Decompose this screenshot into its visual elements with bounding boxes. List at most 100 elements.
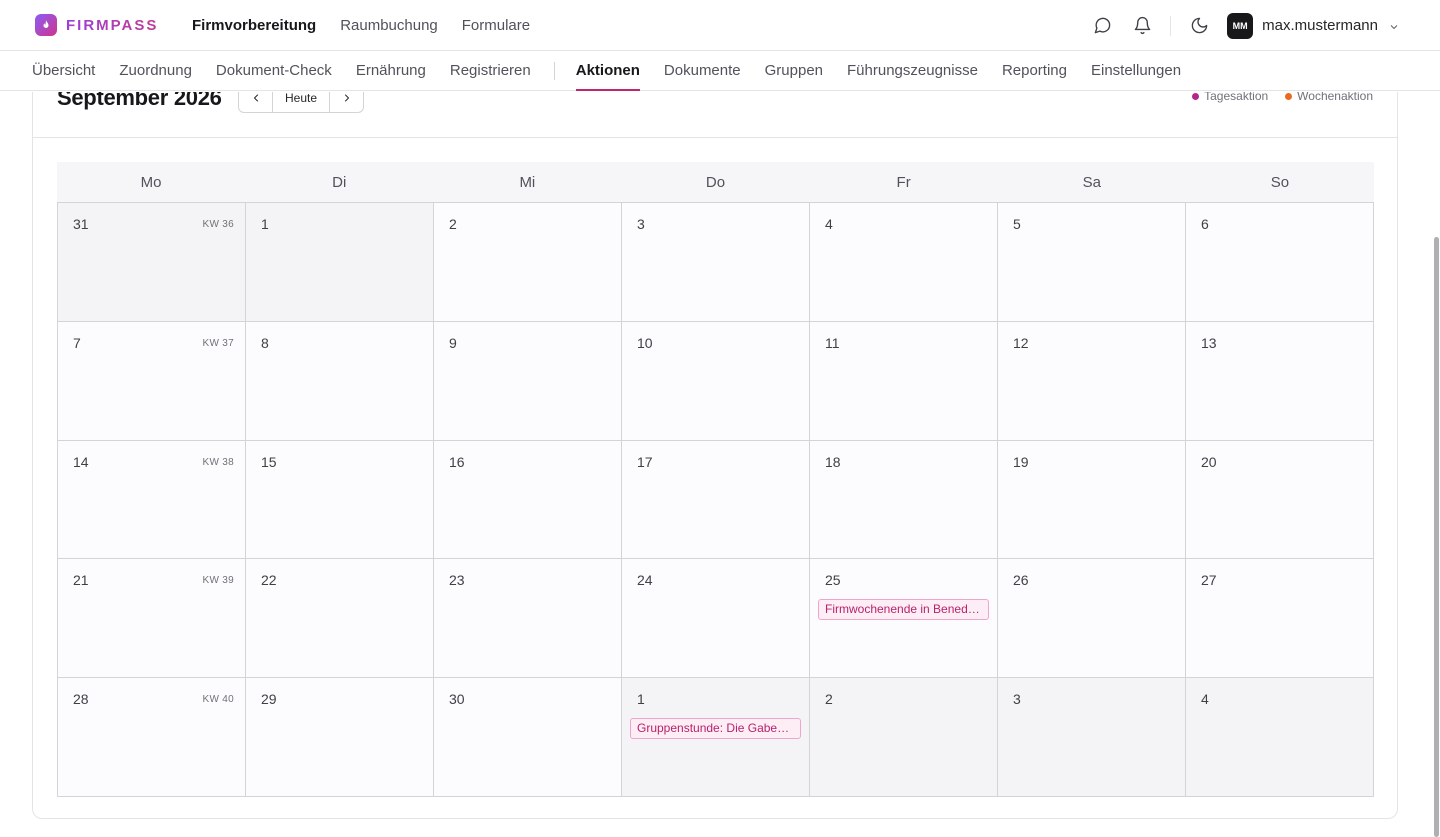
tab-fuehrungszeugnisse[interactable]: Führungszeugnisse	[847, 51, 978, 90]
nav-firmvorbereitung[interactable]: Firmvorbereitung	[192, 17, 316, 34]
day-number: 31	[73, 216, 89, 232]
event-legend: Tagesaktion Wochenaktion	[1175, 92, 1373, 103]
calendar-card: September 2026 Heute Tagesaktion Wochenak…	[32, 92, 1398, 819]
legend-dot	[1192, 92, 1200, 100]
day-cell[interactable]: 19	[998, 440, 1186, 560]
day-cell[interactable]: 27	[1186, 559, 1374, 679]
calendar-week-label: KW 39	[202, 575, 234, 587]
day-cell[interactable]: 17	[622, 440, 810, 560]
day-cell[interactable]: 2	[434, 203, 622, 322]
calendar-event[interactable]: Gruppenstunde: Die Gaben des Geistes	[630, 718, 801, 740]
day-cell[interactable]: 9	[434, 321, 622, 441]
day-cell[interactable]: 10	[622, 321, 810, 441]
scrollbar-thumb[interactable]	[1434, 237, 1439, 837]
day-cell[interactable]: 16	[434, 440, 622, 560]
day-cell[interactable]: 18	[810, 440, 998, 560]
tab-dokumente[interactable]: Dokumente	[664, 51, 741, 90]
day-number: 1	[637, 691, 645, 708]
prev-month-button[interactable]	[239, 92, 272, 112]
day-number: 20	[1201, 453, 1217, 470]
calendar-header: September 2026 Heute Tagesaktion Wochenak…	[33, 92, 1397, 138]
day-cell[interactable]: 29	[246, 678, 434, 797]
avatar[interactable]: MM	[1227, 12, 1254, 39]
day-number: 16	[449, 453, 465, 470]
tab-dokument-check[interactable]: Dokument-Check	[216, 51, 332, 90]
day-number: 10	[637, 334, 653, 351]
header-actions: MM max.mustermann	[1074, 0, 1400, 51]
chevron-down-icon[interactable]	[1388, 20, 1400, 32]
day-number: 7	[73, 334, 81, 351]
day-cell[interactable]: 23	[434, 559, 622, 679]
day-number: 13	[1201, 334, 1217, 351]
day-number: 1	[261, 216, 269, 232]
day-number: 2	[449, 216, 457, 232]
tab-registrieren[interactable]: Registrieren	[450, 51, 531, 90]
day-number: 2	[825, 691, 833, 708]
day-number: 5	[1013, 216, 1021, 232]
day-cell[interactable]: 24	[622, 559, 810, 679]
username[interactable]: max.mustermann	[1262, 17, 1378, 34]
day-cell[interactable]: 20	[1186, 440, 1374, 560]
day-cell[interactable]: 4	[1186, 678, 1374, 797]
day-number: 30	[449, 691, 465, 708]
day-cell[interactable]: 14 KW 38	[58, 440, 246, 560]
day-cell[interactable]: 5	[998, 203, 1186, 322]
day-cell[interactable]: 6	[1186, 203, 1374, 322]
day-cell[interactable]: 11	[810, 321, 998, 441]
tab-gruppen[interactable]: Gruppen	[765, 51, 823, 90]
month-calendar: Mo Di Mi Do Fr Sa So 31 KW 36 1 2 3 4 5 6 7 KW 37 8 9 10 11…	[57, 162, 1374, 797]
tab-reporting[interactable]: Reporting	[1002, 51, 1067, 90]
legend-label: Wochenaktion	[1297, 92, 1373, 103]
day-number: 11	[825, 334, 840, 351]
day-cell[interactable]: 1	[246, 203, 434, 322]
tab-uebersicht[interactable]: Übersicht	[32, 51, 95, 90]
day-cell[interactable]: 26	[998, 559, 1186, 679]
nav-formulare[interactable]: Formulare	[462, 17, 530, 34]
weekday-label: Do	[705, 173, 726, 191]
tab-aktionen[interactable]: Aktionen	[575, 51, 641, 91]
day-cell[interactable]: 4	[810, 203, 998, 322]
tab-einstellungen[interactable]: Einstellungen	[1091, 51, 1181, 90]
top-header: FIRMPASS Firmvorbereitung Raumbuchung Form…	[0, 0, 1440, 51]
day-number: 28	[73, 691, 89, 708]
day-cell[interactable]: 2	[810, 678, 998, 797]
day-number: 6	[1201, 216, 1209, 232]
day-cell[interactable]: 1 Gruppenstunde: Die Gaben des Geistes	[622, 678, 810, 797]
day-cell[interactable]: 28 KW 40	[58, 678, 246, 797]
chat-icon[interactable]	[1090, 14, 1114, 38]
day-cell[interactable]: 31 KW 36	[58, 203, 246, 322]
tab-zuordnung[interactable]: Zuordnung	[119, 51, 192, 90]
calendar-grid: 31 KW 36 1 2 3 4 5 6 7 KW 37 8 9 10 11 12 13 14 KW 38 15 16…	[57, 202, 1374, 797]
day-cell[interactable]: 3	[622, 203, 810, 322]
moon-icon[interactable]	[1187, 14, 1211, 38]
day-number: 25	[825, 572, 841, 589]
nav-raumbuchung[interactable]: Raumbuchung	[340, 17, 438, 34]
day-number: 22	[261, 572, 277, 589]
day-cell[interactable]: 22	[246, 559, 434, 679]
day-cell[interactable]: 25 Firmwochenende in Benediktbeuern	[810, 559, 998, 679]
day-cell[interactable]: 30	[434, 678, 622, 797]
day-number: 17	[637, 453, 653, 470]
tab-ernaehrung[interactable]: Ernährung	[356, 51, 426, 90]
day-cell[interactable]: 3	[998, 678, 1186, 797]
day-number: 3	[1013, 691, 1021, 708]
bell-icon[interactable]	[1130, 14, 1154, 38]
day-number: 27	[1201, 572, 1217, 589]
day-cell[interactable]: 13	[1186, 321, 1374, 441]
day-number: 9	[449, 334, 457, 351]
today-button[interactable]: Heute	[272, 92, 330, 112]
day-cell[interactable]: 8	[246, 321, 434, 441]
day-cell[interactable]: 7 KW 37	[58, 321, 246, 441]
calendar-event[interactable]: Firmwochenende in Benediktbeuern	[818, 599, 989, 621]
legend-item: Wochenaktion	[1285, 92, 1373, 103]
day-cell[interactable]: 12	[998, 321, 1186, 441]
day-number: 12	[1013, 334, 1029, 351]
day-cell[interactable]: 15	[246, 440, 434, 560]
next-month-button[interactable]	[330, 92, 363, 112]
brand-logo[interactable]: FIRMPASS	[35, 14, 158, 36]
page-scrollbar[interactable]	[1434, 92, 1440, 837]
weekday-label: Sa	[1082, 173, 1101, 191]
legend-item: Tagesaktion	[1192, 92, 1268, 103]
day-number: 24	[637, 572, 653, 589]
day-cell[interactable]: 21 KW 39	[58, 559, 246, 679]
